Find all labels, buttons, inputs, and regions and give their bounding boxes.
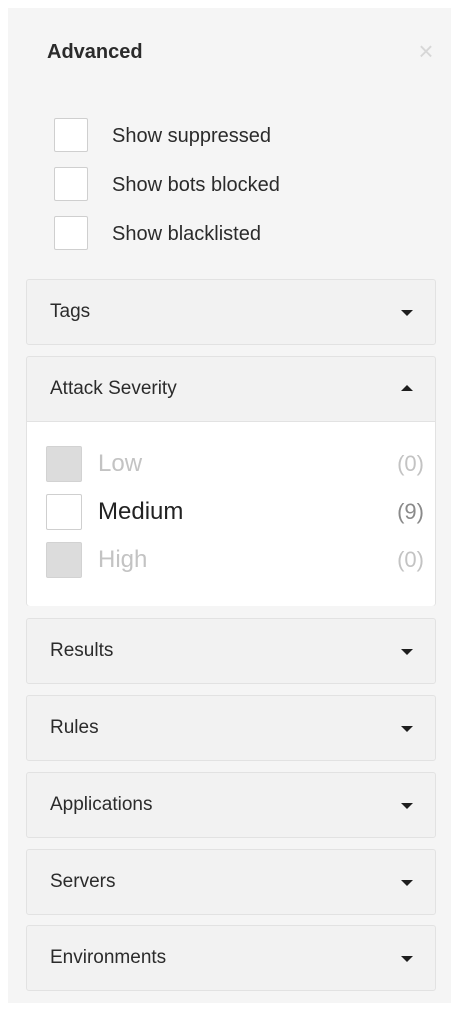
applications-section-header[interactable]: Applications: [27, 773, 435, 837]
servers-section: Servers: [26, 849, 436, 915]
caret-down-icon: [401, 726, 413, 732]
environments-section-label: Environments: [50, 947, 167, 968]
tags-section: Tags: [26, 279, 436, 345]
close-icon[interactable]: ×: [412, 37, 440, 65]
servers-section-header[interactable]: Servers: [27, 850, 435, 914]
severity-high-label: High: [98, 546, 148, 573]
severity-high-count: (0): [397, 547, 424, 572]
tags-section-header[interactable]: Tags: [27, 280, 435, 344]
applications-section-label: Applications: [50, 794, 153, 815]
severity-low-label: Low: [98, 450, 143, 477]
caret-up-icon: [401, 385, 413, 391]
severity-high-checkbox: [46, 542, 82, 578]
show-blacklisted-label: Show blacklisted: [112, 223, 261, 245]
rules-section: Rules: [26, 695, 436, 761]
servers-section-label: Servers: [50, 871, 116, 892]
severity-low-option: Low (0): [46, 446, 424, 482]
results-section-header[interactable]: Results: [27, 619, 435, 683]
attack-severity-section-label: Attack Severity: [50, 378, 177, 399]
show-blacklisted-option[interactable]: Show blacklisted: [54, 216, 354, 254]
severity-medium-option[interactable]: Medium (9): [46, 494, 424, 530]
caret-down-icon: [401, 803, 413, 809]
severity-low-checkbox: [46, 446, 82, 482]
panel-title: Advanced: [47, 41, 143, 63]
show-suppressed-checkbox[interactable]: [54, 118, 88, 152]
caret-down-icon: [401, 956, 413, 962]
environments-section-header[interactable]: Environments: [27, 926, 435, 990]
advanced-filter-panel: Advanced × Show suppressed Show bots blo…: [8, 8, 451, 1003]
severity-medium-checkbox[interactable]: [46, 494, 82, 530]
attack-severity-options: Low (0) Medium (9) High (0): [27, 421, 435, 606]
tags-section-label: Tags: [50, 301, 91, 322]
severity-low-count: (0): [397, 451, 424, 476]
severity-medium-count: (9): [397, 499, 424, 524]
results-section: Results: [26, 618, 436, 684]
attack-severity-section: Attack Severity Low (0) Medium (9) High …: [26, 356, 436, 606]
caret-down-icon: [401, 310, 413, 316]
severity-high-option: High (0): [46, 542, 424, 578]
rules-section-header[interactable]: Rules: [27, 696, 435, 760]
attack-severity-section-header[interactable]: Attack Severity: [27, 357, 435, 421]
show-blacklisted-checkbox[interactable]: [54, 216, 88, 250]
caret-down-icon: [401, 880, 413, 886]
results-section-label: Results: [50, 640, 114, 661]
applications-section: Applications: [26, 772, 436, 838]
show-suppressed-label: Show suppressed: [112, 125, 271, 147]
rules-section-label: Rules: [50, 717, 99, 738]
environments-section: Environments: [26, 925, 436, 991]
severity-medium-label: Medium: [98, 498, 184, 525]
show-bots-blocked-checkbox[interactable]: [54, 167, 88, 201]
caret-down-icon: [401, 649, 413, 655]
show-bots-blocked-option[interactable]: Show bots blocked: [54, 167, 354, 205]
show-suppressed-option[interactable]: Show suppressed: [54, 118, 354, 156]
show-bots-blocked-label: Show bots blocked: [112, 174, 280, 196]
